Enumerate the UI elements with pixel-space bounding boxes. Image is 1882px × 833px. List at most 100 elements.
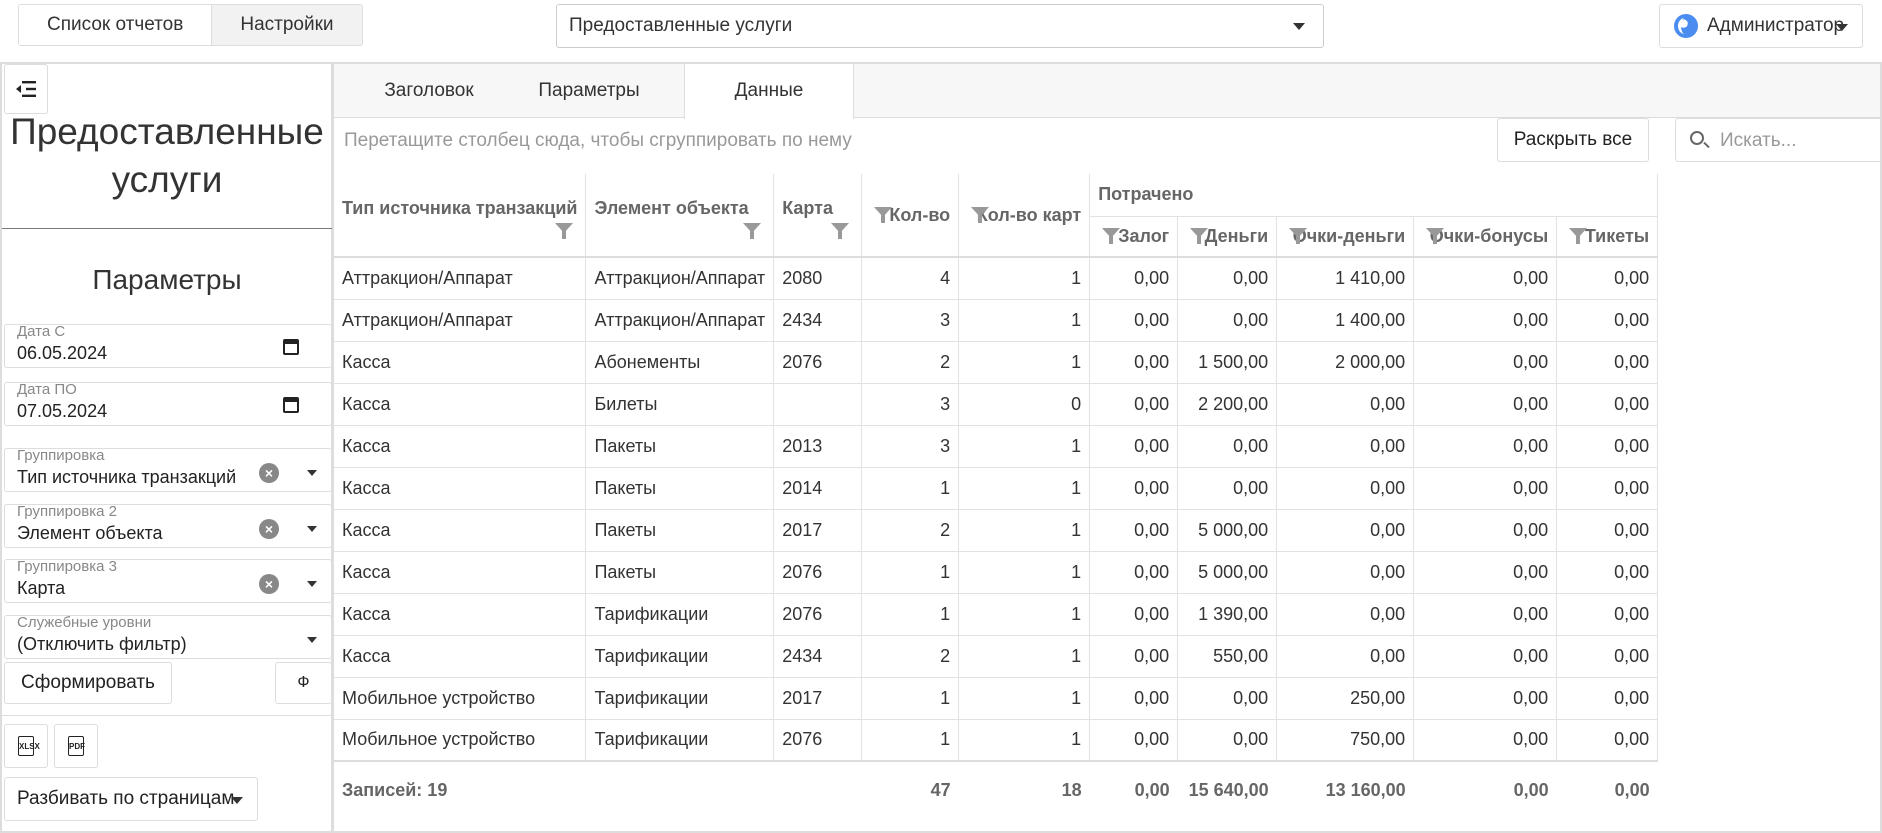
filter-icon[interactable] <box>1569 228 1588 245</box>
col-header-card-label: Карта <box>782 197 833 218</box>
date-to-field[interactable]: Дата ПО 07.05.2024 <box>4 382 332 426</box>
calendar-icon[interactable] <box>283 397 299 413</box>
grouping-3-select[interactable]: Группировка 3 Карта × <box>4 559 332 603</box>
cell-points-money: 750,00 <box>1276 719 1415 762</box>
table-row[interactable]: Мобильное устройство Тарификации 2017 1 1 0,0… <box>334 677 1659 720</box>
date-from-label: Дата С <box>17 323 66 340</box>
filter-icon[interactable] <box>1102 228 1121 245</box>
export-pdf-button[interactable]: PDF <box>54 724 98 768</box>
col-group-spent-label: Потрачено <box>1098 184 1194 205</box>
search-box[interactable]: Искать... <box>1675 118 1880 162</box>
grouping-2-select[interactable]: Группировка 2 Элемент объекта × <box>4 504 332 548</box>
col-header-element-label: Элемент объекта <box>594 197 749 218</box>
clear-icon[interactable]: × <box>259 463 279 483</box>
table-row[interactable]: Мобильное устройство Тарификации 2076 1 1 0,0… <box>334 719 1659 762</box>
col-header-money-label: Деньги <box>1204 225 1269 246</box>
clear-icon[interactable]: × <box>259 519 279 539</box>
filter-icon[interactable] <box>831 222 850 239</box>
paging-dropdown[interactable]: Разбивать по страницам <box>4 777 258 821</box>
table-row[interactable]: Касса Тарификации 2434 2 1 0,00 550,00 0,00 0,00… <box>334 635 1659 678</box>
table-row[interactable]: Аттракцион/Аппарат Аттракцион/Аппарат 2434… <box>334 299 1659 342</box>
col-header-qty[interactable]: Кол-во <box>861 174 960 258</box>
filter-icon[interactable] <box>1426 228 1445 245</box>
cell-source: Аттракцион/Аппарат <box>334 257 587 300</box>
table-row[interactable]: Касса Пакеты 2017 2 1 0,00 5 000,00 0,00 0,00 0,0… <box>334 509 1659 552</box>
grouping-1-select[interactable]: Группировка Тип источника транзакций × <box>4 448 332 492</box>
calendar-icon[interactable] <box>283 339 299 355</box>
filter-icon[interactable] <box>1190 228 1209 245</box>
cell-source: Мобильное устройство <box>334 719 587 762</box>
tab-data[interactable]: Данные <box>684 64 854 119</box>
totals-row: Записей: 19 47 18 0,00 15 640,00 13 160,… <box>334 760 1658 819</box>
cell-cards: 1 <box>958 341 1091 384</box>
filter-icon[interactable] <box>1289 228 1308 245</box>
table-row[interactable]: Аттракцион/Аппарат Аттракцион/Аппарат 2080… <box>334 257 1659 300</box>
filter-icon[interactable] <box>555 222 574 239</box>
cell-card <box>773 383 863 426</box>
user-avatar-icon <box>1674 14 1698 38</box>
cell-qty: 4 <box>861 257 960 300</box>
chevron-down-icon <box>307 526 317 532</box>
cell-qty: 3 <box>861 425 960 468</box>
col-header-tickets[interactable]: Тикеты <box>1556 215 1659 258</box>
col-header-deposit[interactable]: Залог <box>1089 215 1179 258</box>
search-placeholder: Искать... <box>1720 130 1797 151</box>
group-drop-area[interactable]: Перетащите столбец сюда, чтобы сгруппиро… <box>344 130 852 152</box>
collapse-panel-button[interactable] <box>4 64 48 114</box>
cell-tickets: 0,00 <box>1556 383 1659 426</box>
col-header-points-money[interactable]: Очки-деньги <box>1276 215 1415 258</box>
expand-all-button[interactable]: Раскрыть все <box>1497 118 1649 162</box>
cell-tickets: 0,00 <box>1556 425 1659 468</box>
col-header-element[interactable]: Элемент объекта <box>585 174 775 258</box>
table-row[interactable]: Касса Пакеты 2013 3 1 0,00 0,00 0,00 0,00 0,00 <box>334 425 1659 468</box>
cell-points-money: 0,00 <box>1276 383 1415 426</box>
cell-points-money: 0,00 <box>1276 635 1415 678</box>
cell-source: Касса <box>334 425 587 468</box>
cell-points-bonus: 0,00 <box>1413 719 1558 762</box>
filter-icon[interactable] <box>971 207 990 223</box>
cell-points-bonus: 0,00 <box>1413 341 1558 384</box>
cell-points-money: 1 410,00 <box>1276 257 1415 300</box>
col-header-source[interactable]: Тип источника транзакций <box>334 174 587 258</box>
col-header-card[interactable]: Карта <box>773 174 863 258</box>
cell-money: 0,00 <box>1177 299 1278 342</box>
tab-settings[interactable]: Настройки <box>211 5 362 45</box>
cell-cards: 1 <box>958 257 1091 300</box>
table-row[interactable]: Касса Пакеты 2076 1 1 0,00 5 000,00 0,00 0,00 0,0… <box>334 551 1659 594</box>
table-row[interactable]: Касса Билеты 3 0 0,00 2 200,00 0,00 0,00 0,00 <box>334 383 1659 426</box>
cell-points-money: 250,00 <box>1276 677 1415 720</box>
cell-card: 2076 <box>773 551 863 594</box>
clear-icon[interactable]: × <box>259 574 279 594</box>
cell-card: 2434 <box>773 635 863 678</box>
cell-points-bonus: 0,00 <box>1413 257 1558 300</box>
cell-money: 0,00 <box>1177 257 1278 300</box>
user-name: Администратор <box>1707 15 1845 36</box>
export-xlsx-button[interactable]: XLSX <box>4 724 48 768</box>
table-row[interactable]: Касса Абонементы 2076 2 1 0,00 1 500,00 2 000,0… <box>334 341 1659 384</box>
date-to-label: Дата ПО <box>17 381 77 398</box>
table-row[interactable]: Касса Тарификации 2076 1 1 0,00 1 390,00 0,00 0,… <box>334 593 1659 636</box>
tab-header[interactable]: Заголовок <box>354 64 504 118</box>
cell-points-bonus: 0,00 <box>1413 593 1558 636</box>
report-select[interactable]: Предоставленные услуги <box>556 4 1324 48</box>
cell-qty: 3 <box>861 383 960 426</box>
date-from-field[interactable]: Дата С 06.05.2024 <box>4 324 332 368</box>
data-grid: Тип источника транзакций Элемент объекта… <box>334 174 1659 819</box>
col-header-cards[interactable]: Кол-во карт <box>958 174 1091 258</box>
col-header-points-bonus[interactable]: Очки-бонусы <box>1413 215 1558 258</box>
user-menu-button[interactable]: Администратор <box>1659 4 1863 48</box>
col-header-money[interactable]: Деньги <box>1177 215 1278 258</box>
total-qty: 47 <box>861 760 959 819</box>
filter-icon[interactable] <box>874 207 893 223</box>
cell-deposit: 0,00 <box>1089 467 1179 510</box>
chevron-down-icon <box>307 470 317 476</box>
cell-element: Пакеты <box>585 551 775 594</box>
generate-button[interactable]: Сформировать <box>4 662 172 704</box>
tab-parameters[interactable]: Параметры <box>504 64 674 118</box>
main-tabs: Список отчетов Настройки <box>18 4 363 46</box>
filter-icon[interactable] <box>743 222 762 239</box>
f-button[interactable]: Ф <box>275 662 332 704</box>
table-row[interactable]: Касса Пакеты 2014 1 1 0,00 0,00 0,00 0,00 0,00 <box>334 467 1659 510</box>
tab-report-list[interactable]: Список отчетов <box>19 5 212 45</box>
service-levels-select[interactable]: Служебные уровни (Отключить фильтр) <box>4 615 332 659</box>
